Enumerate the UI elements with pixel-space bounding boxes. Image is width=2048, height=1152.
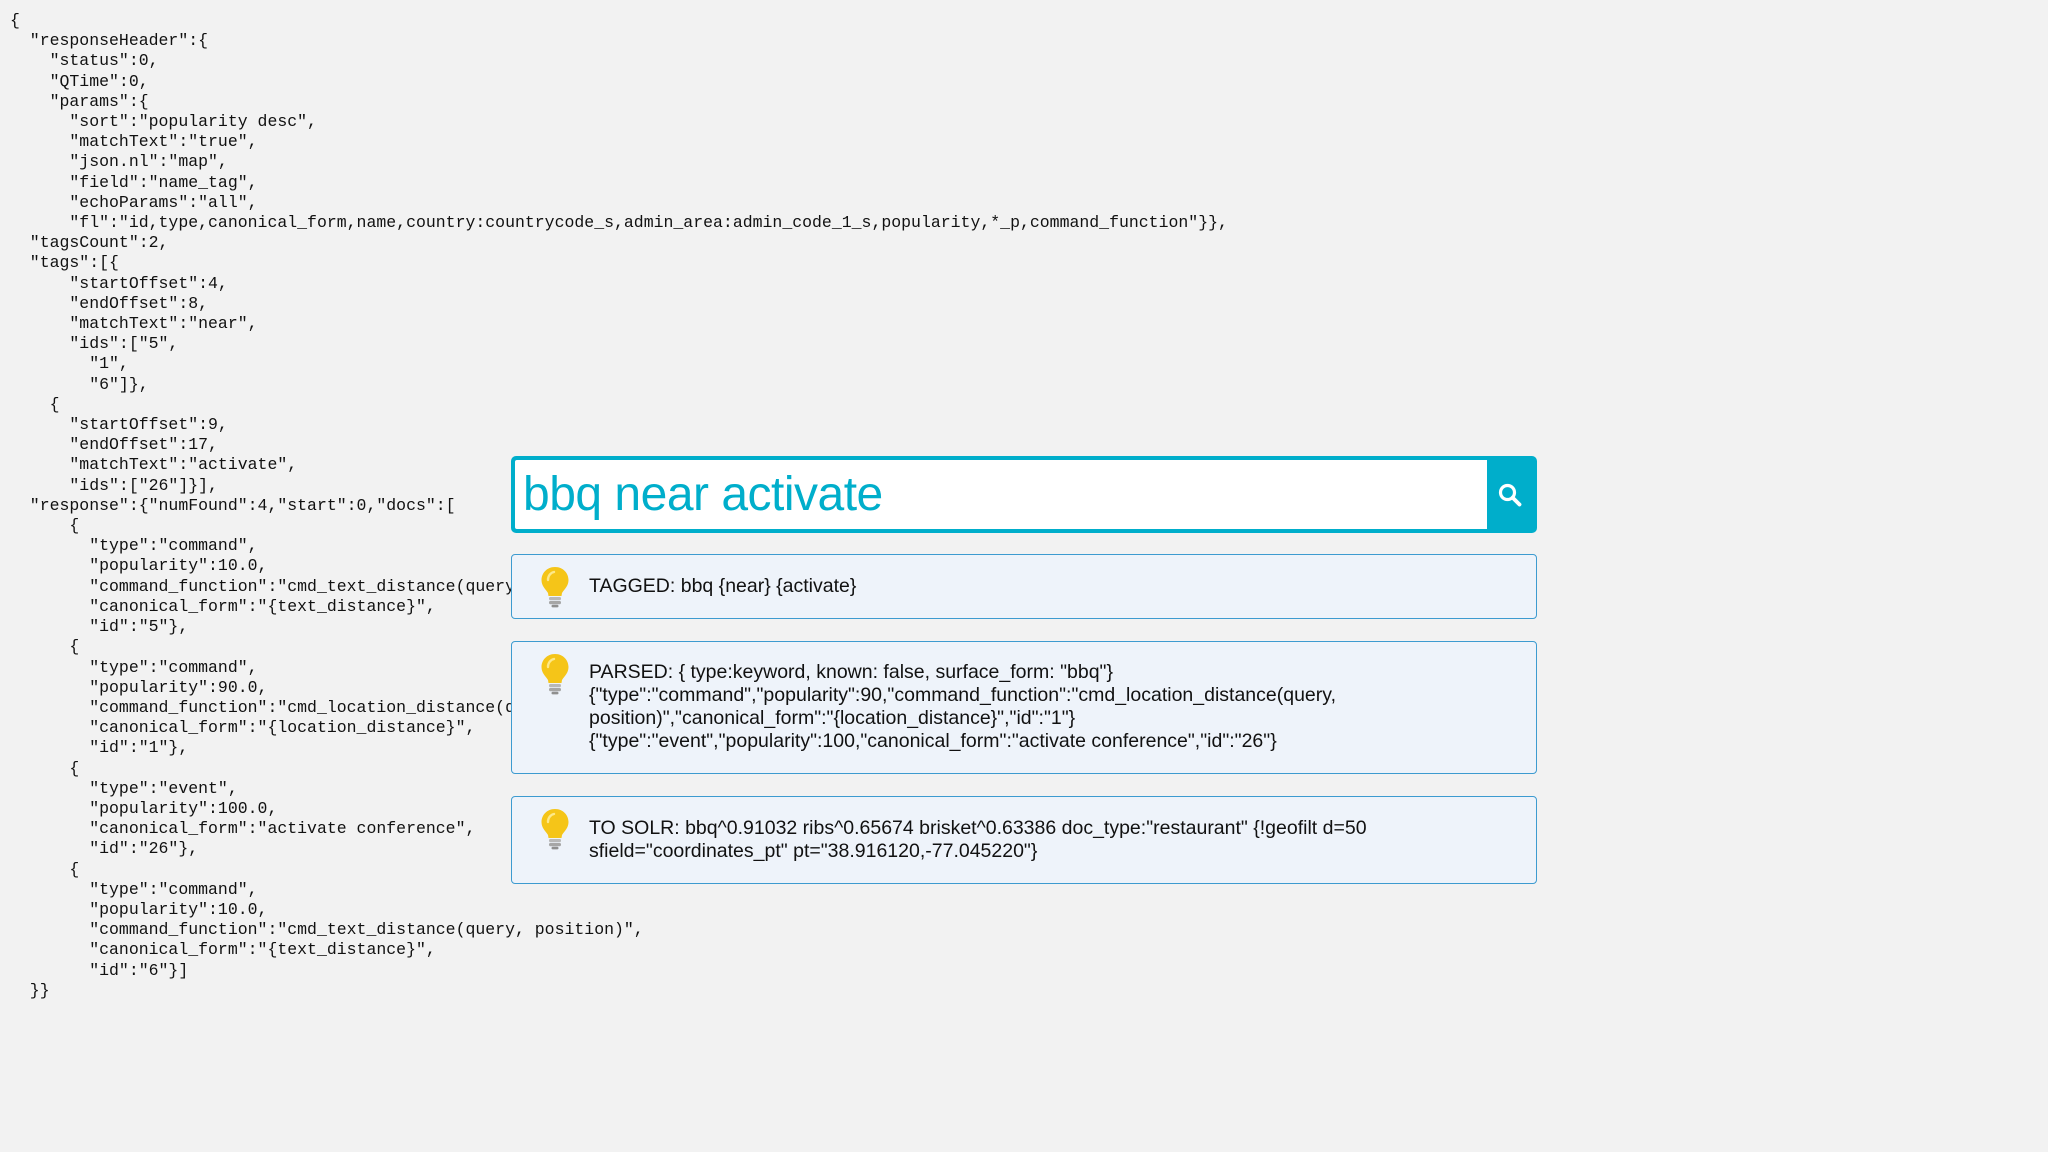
lightbulb-icon bbox=[541, 654, 569, 695]
parsed-result-text: PARSED: { type:keyword, known: false, su… bbox=[589, 661, 1336, 752]
solr-query-text: TO SOLR: bbq^0.91032 ribs^0.65674 briske… bbox=[589, 817, 1367, 862]
tagged-result-text: TAGGED: bbq {near} {activate} bbox=[589, 575, 857, 597]
search-icon bbox=[1498, 483, 1522, 506]
lightbulb-icon bbox=[541, 567, 569, 608]
tagged-result-card: TAGGED: bbq {near} {activate} bbox=[511, 554, 1537, 619]
search-button[interactable] bbox=[1487, 460, 1533, 529]
solr-query-card: TO SOLR: bbq^0.91032 ribs^0.65674 briske… bbox=[511, 796, 1537, 884]
search-input[interactable] bbox=[515, 460, 1487, 529]
search-box bbox=[511, 456, 1537, 533]
parsed-result-card: PARSED: { type:keyword, known: false, su… bbox=[511, 641, 1537, 774]
lightbulb-icon bbox=[541, 809, 569, 850]
